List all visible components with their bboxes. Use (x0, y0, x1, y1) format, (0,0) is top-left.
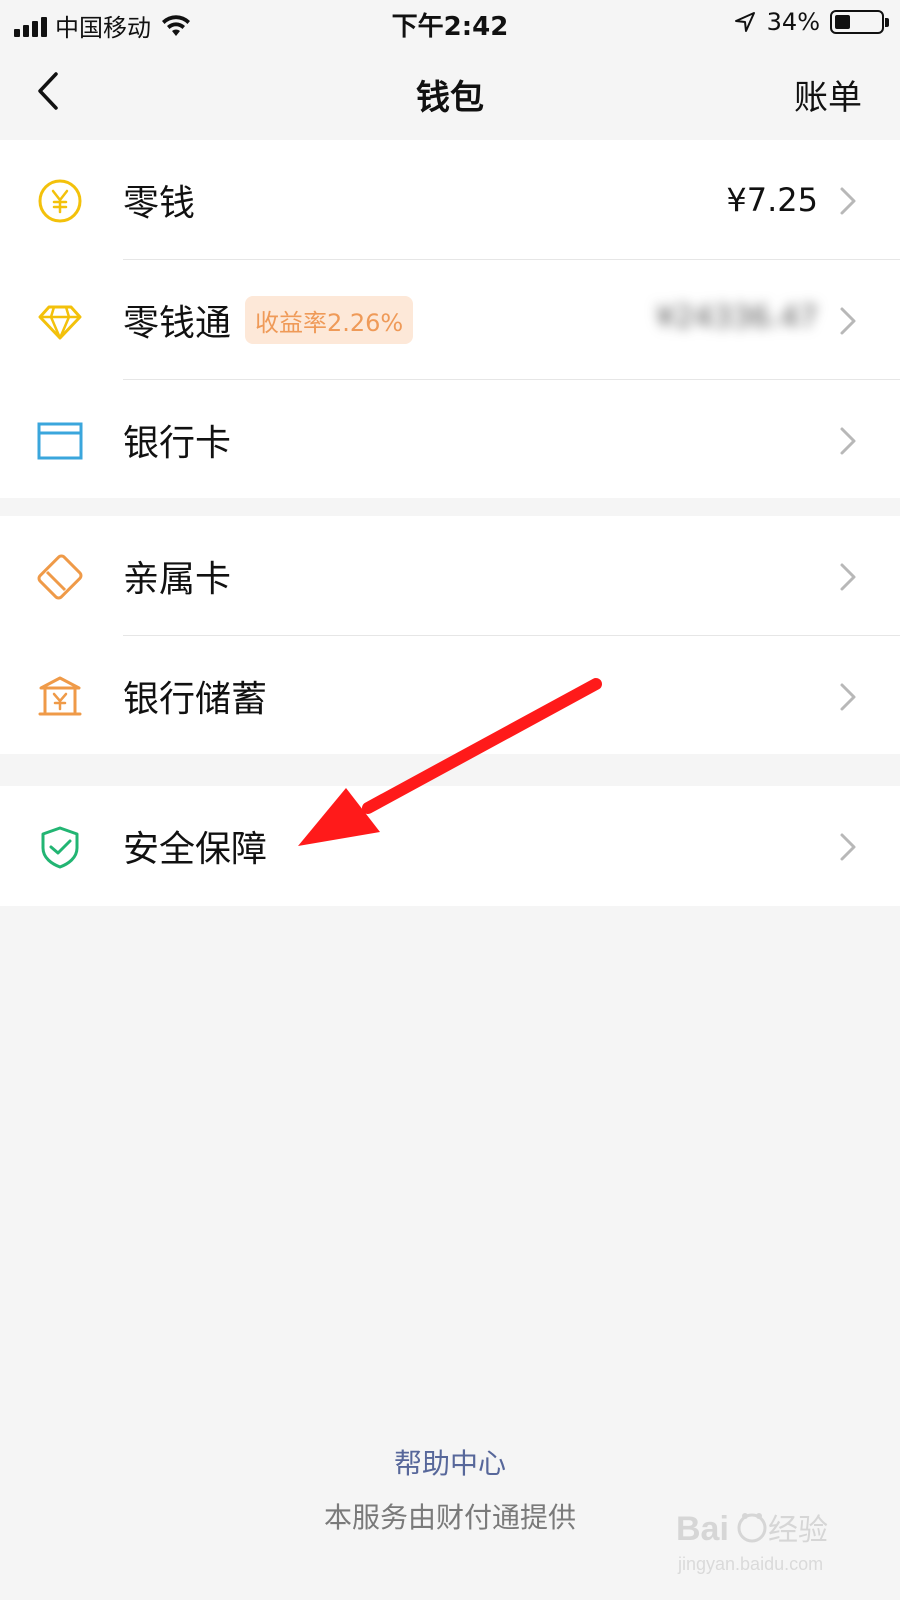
battery-icon (830, 10, 889, 34)
location-arrow-icon (734, 12, 755, 32)
chevron-right-icon (840, 563, 856, 591)
list-item-label: 零钱 (123, 183, 196, 224)
list-item-change[interactable]: 零钱 ¥7.25 (0, 140, 900, 260)
list-item-label: 零钱通 (123, 303, 232, 344)
list-item-label: 银行卡 (123, 423, 232, 464)
status-bar: 中国移动 下午2:42 34% (0, 0, 900, 46)
page-title: 钱包 (416, 78, 484, 118)
shield-check-icon (41, 826, 79, 869)
list-item-label: 安全保障 (123, 829, 268, 870)
chevron-right-icon (840, 833, 856, 861)
balance-value: ¥7.25 (726, 181, 818, 219)
svg-text:jingyan.baidu.com: jingyan.baidu.com (677, 1554, 823, 1574)
battery-percent: 34% (766, 8, 820, 36)
list-item-label: 亲属卡 (123, 559, 232, 600)
list-item-bank-card[interactable]: 银行卡 (0, 380, 900, 500)
list-item-label: 银行储蓄 (123, 679, 268, 720)
back-icon[interactable] (28, 68, 68, 114)
status-right: 34% (733, 8, 889, 36)
yuan-coin-icon (38, 179, 82, 223)
bill-button[interactable]: 账单 (794, 70, 862, 119)
family-card-icon (37, 554, 83, 600)
navigation-bar: 钱包 账单 (0, 46, 900, 140)
wallet-group-services: 亲属卡 银行储蓄 (0, 516, 900, 754)
baidu-watermark-logo: Bai 经验 jingyan.baidu.com (676, 1510, 828, 1574)
wallet-group-security: 安全保障 (0, 786, 900, 906)
wallet-group-balance: 零钱 ¥7.25 零钱通 收益率2.26% ¥24336.47 银行卡 (0, 140, 900, 498)
yield-rate-badge: 收益率2.26% (245, 296, 414, 344)
svg-text:经验: 经验 (768, 1514, 828, 1547)
list-item-bank-savings[interactable]: 银行储蓄 (0, 636, 900, 756)
chevron-right-icon (840, 307, 856, 335)
diamond-icon (38, 305, 82, 340)
hidden-balance-value: ¥24336.47 (655, 300, 818, 335)
list-item-security[interactable]: 安全保障 (0, 786, 900, 906)
chevron-right-icon (840, 187, 856, 215)
chevron-right-icon (840, 683, 856, 711)
list-item-family-card[interactable]: 亲属卡 (0, 516, 900, 636)
bank-savings-icon (38, 676, 82, 716)
bank-card-icon (37, 422, 83, 460)
help-center-link[interactable]: 帮助中心 (0, 1442, 900, 1482)
svg-text:Bai: Bai (676, 1510, 729, 1548)
battery-level (835, 15, 850, 29)
chevron-right-icon (840, 427, 856, 455)
list-item-lingqiantong[interactable]: 零钱通 收益率2.26% ¥24336.47 (0, 260, 900, 380)
